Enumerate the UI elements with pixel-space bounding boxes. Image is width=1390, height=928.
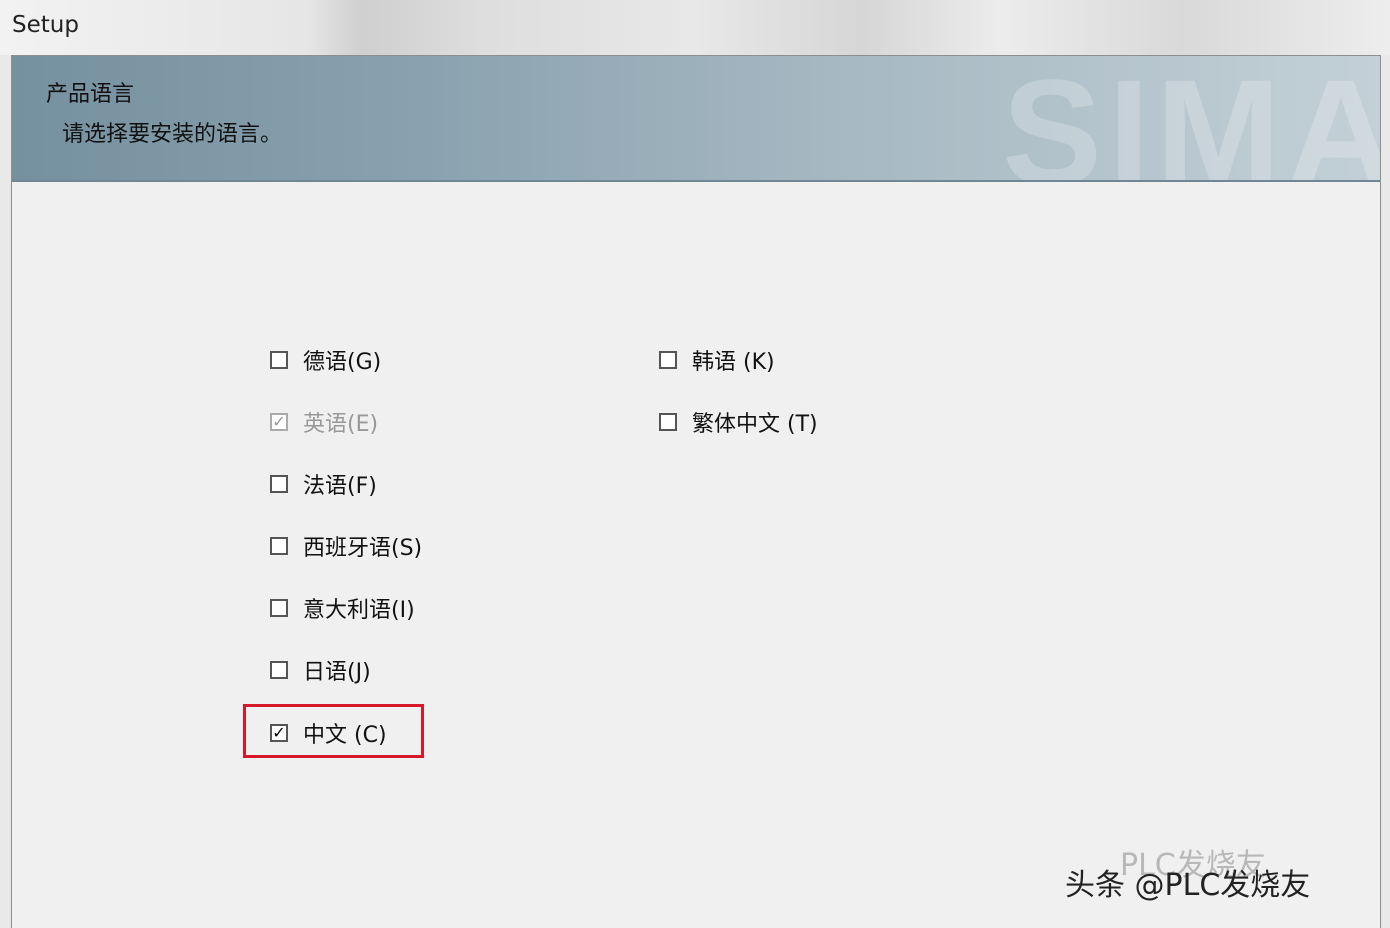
language-label: 德语(G) xyxy=(303,350,382,375)
language-label: 英语(E) xyxy=(303,412,379,437)
window-title: Setup xyxy=(12,12,79,38)
checkbox[interactable] xyxy=(659,413,677,431)
language-option-italian[interactable]: 意大利语(I) xyxy=(270,591,415,625)
language-label: 繁体中文 (T) xyxy=(692,412,818,437)
setup-window: SIMA 产品语言 请选择要安装的语言。 xyxy=(11,55,1381,928)
checkbox[interactable] xyxy=(270,661,288,679)
checkbox[interactable] xyxy=(659,351,677,369)
language-label: 法语(F) xyxy=(303,474,377,499)
language-option-japanese[interactable]: 日语(J) xyxy=(270,653,371,687)
language-option-korean[interactable]: 韩语 (K) xyxy=(659,343,775,377)
source-watermark: 头条 @PLC发烧友 xyxy=(1065,868,1311,903)
checkbox[interactable] xyxy=(270,599,288,617)
language-option-french[interactable]: 法语(F) xyxy=(270,467,377,501)
checkbox[interactable] xyxy=(270,537,288,555)
language-label: 日语(J) xyxy=(303,660,371,685)
checkbox[interactable] xyxy=(270,351,288,369)
language-option-spanish[interactable]: 西班牙语(S) xyxy=(270,529,422,563)
selection-highlight-box xyxy=(243,704,424,758)
page-subheading: 请选择要安装的语言。 xyxy=(62,122,283,147)
checkbox[interactable] xyxy=(270,475,288,493)
brand-watermark: SIMA xyxy=(1002,56,1380,182)
language-label: 意大利语(I) xyxy=(303,598,415,623)
page-heading: 产品语言 xyxy=(46,82,135,107)
title-bar: Setup xyxy=(0,0,1390,55)
language-label: 西班牙语(S) xyxy=(303,536,423,561)
language-option-english: ✓ 英语(E) xyxy=(270,405,378,439)
language-option-traditional-chinese[interactable]: 繁体中文 (T) xyxy=(659,405,818,439)
checkbox-checked-disabled: ✓ xyxy=(270,413,288,431)
language-label: 韩语 (K) xyxy=(692,350,775,375)
header-banner: SIMA 产品语言 请选择要安装的语言。 xyxy=(12,56,1380,182)
language-option-german[interactable]: 德语(G) xyxy=(270,343,381,377)
